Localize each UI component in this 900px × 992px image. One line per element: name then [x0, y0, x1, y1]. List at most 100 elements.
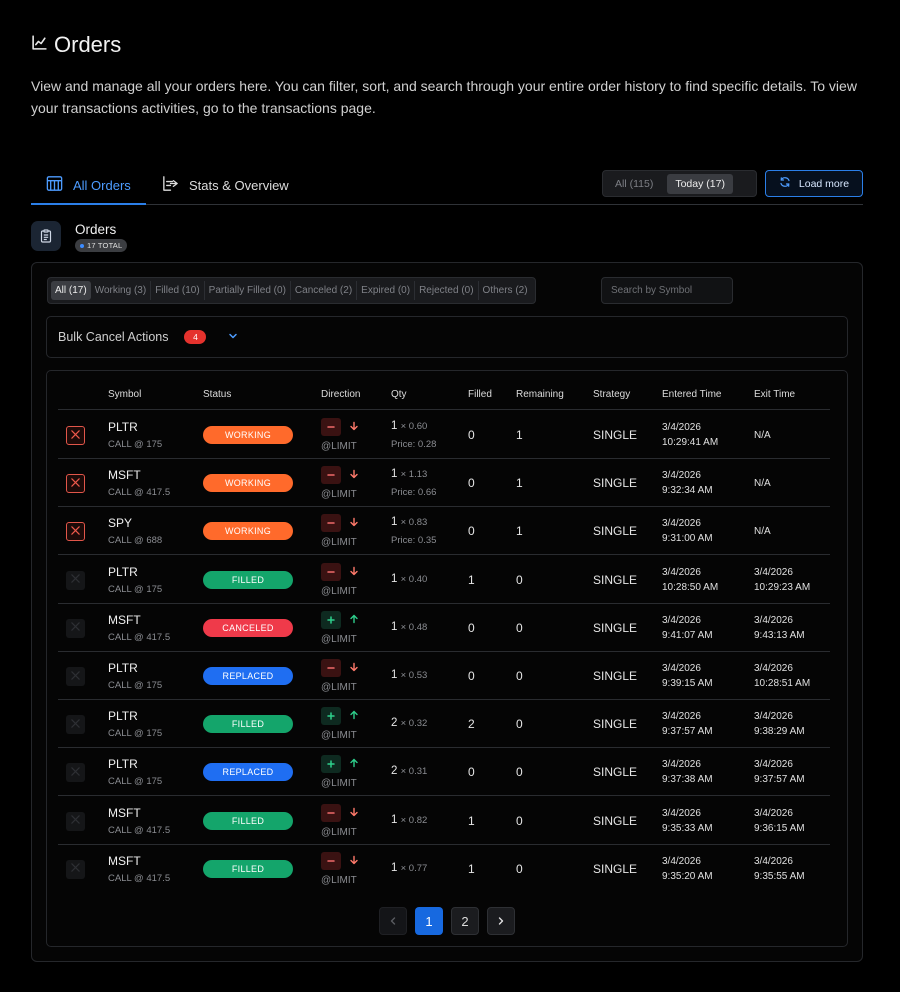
cancel-order-checkbox[interactable]	[66, 522, 85, 542]
page-1-button[interactable]: 1	[415, 907, 443, 935]
symbol-search-input[interactable]	[601, 277, 733, 304]
remaining: 0	[516, 813, 523, 828]
qty-count: 1	[391, 468, 398, 481]
table-row[interactable]: MSFT CALL @ 417.5 CANCELED @LIMIT 1 × 0.…	[58, 604, 830, 652]
qty-count: 1	[391, 420, 398, 432]
filter-chip[interactable]: Working (3)	[91, 281, 152, 300]
entered-clock: 9:31:00 AM	[662, 533, 713, 545]
column-exit-time[interactable]: Exit Time	[754, 389, 795, 400]
symbol: SPY	[108, 516, 133, 531]
cancel-order-checkbox[interactable]	[66, 474, 85, 494]
exit-time: 3/4/2026 9:43:13 AM	[754, 613, 805, 643]
cancel-order-checkbox[interactable]	[66, 667, 85, 686]
entered-date: 3/4/2026	[662, 614, 701, 626]
strategy: SINGLE	[593, 620, 638, 635]
filter-chip[interactable]: Filled (10)	[151, 281, 205, 300]
close-icon	[70, 475, 81, 493]
column-status[interactable]: Status	[203, 389, 231, 400]
date-range-toggle: All (115) Today (17)	[602, 170, 757, 197]
entered-date: 3/4/2026	[662, 422, 701, 433]
exit-time: N/A	[754, 428, 771, 443]
entered-clock: 9:41:07 AM	[662, 629, 713, 641]
direction	[321, 418, 359, 436]
symbol: MSFT	[108, 468, 141, 483]
tab-stats-overview[interactable]: Stats & Overview	[161, 166, 301, 204]
cancel-order-checkbox[interactable]	[66, 570, 85, 590]
exit-time: 3/4/2026 9:37:57 AM	[754, 757, 805, 787]
table-row[interactable]: PLTR CALL @ 175 REPLACED @LIMIT 2 × 0.31…	[58, 748, 830, 797]
column-qty[interactable]: Qty	[391, 389, 407, 400]
entered-clock: 9:39:15 AM	[662, 678, 713, 689]
filled: 0	[468, 765, 475, 780]
table-row[interactable]: MSFT CALL @ 417.5 FILLED @LIMIT 1 × 0.77…	[58, 845, 830, 893]
symbol: PLTR	[108, 709, 138, 724]
arrow-down-icon	[349, 514, 359, 532]
exit-clock: 9:37:57 AM	[754, 774, 805, 786]
filter-chip[interactable]: All (17)	[51, 281, 91, 300]
order-type: @LIMIT	[321, 730, 357, 742]
contract: CALL @ 417.5	[108, 824, 171, 836]
order-type: @LIMIT	[321, 537, 357, 549]
filter-chip[interactable]: Partially Filled (0)	[205, 281, 291, 300]
arrow-up-icon	[349, 611, 359, 629]
column-strategy[interactable]: Strategy	[593, 389, 630, 400]
status-badge: WORKING	[203, 522, 293, 541]
cancel-order-checkbox[interactable]	[66, 618, 85, 638]
table-row[interactable]: MSFT CALL @ 417.5 WORKING @LIMIT 1 × 1.1…	[58, 459, 830, 508]
tab-all-orders[interactable]: All Orders	[31, 166, 146, 205]
contract: CALL @ 417.5	[108, 872, 171, 884]
filter-chip[interactable]: Others (2)	[479, 281, 532, 300]
column-remaining[interactable]: Remaining	[516, 389, 564, 400]
table-row[interactable]: PLTR CALL @ 175 WORKING @LIMIT 1 × 0.60 …	[58, 411, 830, 459]
minus-icon	[321, 659, 341, 677]
close-icon	[70, 619, 81, 637]
column-entered-time[interactable]: Entered Time	[662, 389, 721, 400]
page-2-button[interactable]: 2	[451, 907, 479, 935]
entered-date: 3/4/2026	[662, 470, 701, 482]
load-more-button[interactable]: Load more	[765, 170, 863, 197]
symbol: PLTR	[108, 757, 138, 772]
arrow-up-icon	[349, 707, 359, 725]
order-type: @LIMIT	[321, 585, 357, 597]
next-page-button[interactable]	[487, 907, 515, 935]
exit-clock: 10:28:51 AM	[754, 678, 811, 689]
column-filled[interactable]: Filled	[468, 389, 492, 400]
contract: CALL @ 175	[108, 728, 163, 740]
qty: 1 × 0.83	[391, 516, 427, 528]
entered-date: 3/4/2026	[662, 566, 701, 578]
prev-page-button[interactable]	[379, 907, 407, 935]
contract: CALL @ 175	[108, 439, 163, 450]
order-type: @LIMIT	[321, 826, 357, 838]
table-row[interactable]: PLTR CALL @ 175 FILLED @LIMIT 2 × 0.32 2…	[58, 700, 830, 749]
cancel-order-checkbox[interactable]	[66, 811, 85, 831]
column-symbol[interactable]: Symbol	[108, 389, 141, 400]
cancel-order-checkbox[interactable]	[66, 426, 85, 445]
filter-chip[interactable]: Expired (0)	[357, 281, 416, 300]
column-direction[interactable]: Direction	[321, 389, 360, 400]
table-row[interactable]: MSFT CALL @ 417.5 FILLED @LIMIT 1 × 0.82…	[58, 797, 830, 845]
cancel-order-checkbox[interactable]	[66, 715, 85, 735]
cancel-order-checkbox[interactable]	[66, 859, 85, 879]
filter-chip[interactable]: Rejected (0)	[415, 281, 479, 300]
filled: 0	[468, 476, 475, 491]
filter-chip[interactable]: Canceled (2)	[291, 281, 358, 300]
bulk-cancel-actions[interactable]: Bulk Cancel Actions 4	[46, 316, 848, 358]
entered-clock: 10:29:41 AM	[662, 437, 719, 448]
status-badge: WORKING	[203, 474, 293, 493]
qty-price: × 0.32	[400, 718, 428, 730]
range-today-button[interactable]: Today (17)	[667, 173, 733, 194]
close-icon	[70, 523, 81, 541]
range-all-button[interactable]: All (115)	[607, 174, 661, 194]
table-row[interactable]: PLTR CALL @ 175 FILLED @LIMIT 1 × 0.40 1…	[58, 556, 830, 604]
refresh-icon	[779, 176, 791, 191]
table-row[interactable]: PLTR CALL @ 175 REPLACED @LIMIT 1 × 0.53…	[58, 652, 830, 700]
status-badge: REPLACED	[203, 763, 293, 782]
cancel-order-checkbox[interactable]	[66, 763, 85, 783]
table-row[interactable]: SPY CALL @ 688 WORKING @LIMIT 1 × 0.83 P…	[58, 507, 830, 556]
exit-date: 3/4/2026	[754, 566, 793, 578]
contract: CALL @ 688	[108, 535, 163, 547]
exit-date: N/A	[754, 526, 771, 538]
strategy: SINGLE	[593, 669, 638, 683]
entered-time: 3/4/2026 9:39:15 AM	[662, 661, 713, 691]
filled: 0	[468, 620, 475, 635]
